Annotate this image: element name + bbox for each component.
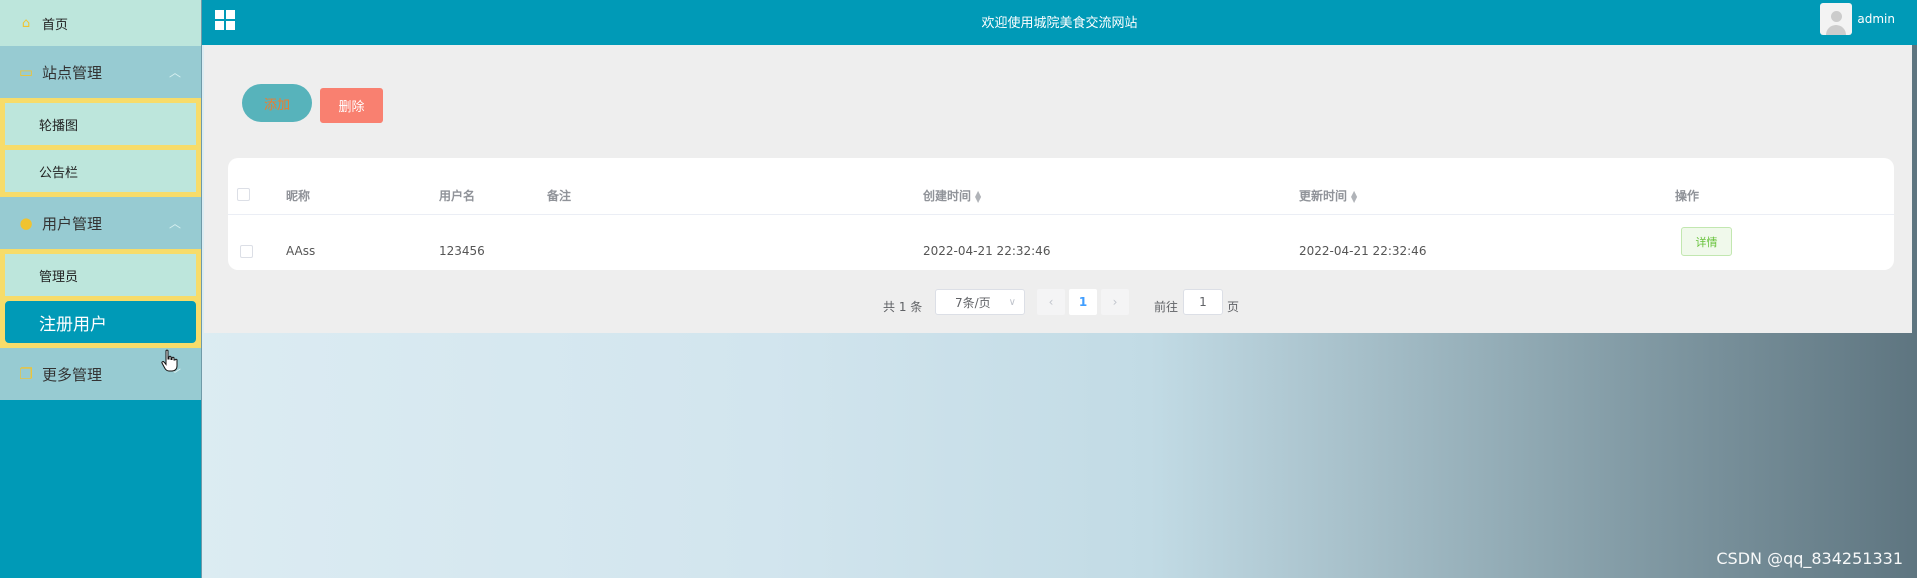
sidebar-submenu-users: 管理员 注册用户 — [0, 249, 201, 348]
watermark: CSDN @qq_834251331 — [1716, 549, 1903, 568]
cell-updated: 2022-04-21 22:32:46 — [1299, 244, 1427, 258]
user-menu[interactable]: admin — [1820, 3, 1895, 35]
detail-button[interactable]: 详情 — [1681, 227, 1732, 256]
sidebar-group-label: 站点管理 — [42, 63, 103, 82]
column-header-sortable[interactable]: 更新时间 ▲ ▼ — [1299, 187, 1357, 204]
sidebar-group-label: 用户管理 — [42, 214, 103, 233]
sidebar-item-label: 首页 — [42, 17, 69, 33]
cell-username: 123456 — [439, 244, 485, 258]
pagination-total: 共 1 条 — [883, 300, 923, 314]
sidebar-item-label: 管理员 — [39, 269, 79, 285]
sidebar-group-users[interactable]: ● 用户管理 ︿ — [0, 197, 201, 249]
sidebar-item-notice[interactable]: 公告栏 — [3, 148, 198, 194]
page-size-value: 7条/页 — [955, 295, 991, 310]
sidebar: ⌂ 首页 ▭ 站点管理 ︿ 轮播图 公告栏 ● 用户管理 ︿ 管理员 注册用户 … — [0, 0, 202, 578]
hand-cursor-icon — [161, 349, 178, 372]
row-checkbox[interactable] — [240, 245, 253, 258]
next-page-button[interactable]: › — [1101, 289, 1129, 315]
sidebar-group-label: 更多管理 — [42, 365, 103, 384]
cell-nickname: AAss — [286, 244, 316, 258]
sidebar-item-home[interactable]: ⌂ 首页 — [0, 0, 201, 46]
column-header: 更新时间 — [1299, 189, 1348, 203]
page-title: 欢迎使用城院美食交流网站 — [981, 16, 1138, 31]
column-header: 用户名 — [439, 189, 476, 203]
home-icon: ⌂ — [21, 15, 31, 31]
main-panel: 添加 删除 昵称 用户名 备注 创建时间 ▲ ▼ 更新时间 ▲ ▼ 操作 AAss 12… — [204, 45, 1912, 333]
top-header: 欢迎使用城院美食交流网站 admin — [202, 0, 1917, 45]
delete-button[interactable]: 删除 — [320, 88, 383, 123]
add-button[interactable]: 添加 — [242, 84, 312, 122]
column-header: 备注 — [547, 189, 572, 203]
user-name[interactable]: admin — [1857, 12, 1895, 26]
divider — [228, 214, 1894, 215]
sort-icon[interactable]: ▲ ▼ — [1351, 189, 1357, 203]
pagination: 共 1 条 7条/页 ∨ ‹ 1 › 前往 页 — [204, 289, 1912, 319]
goto-page-input[interactable] — [1183, 289, 1223, 315]
page-number-current[interactable]: 1 — [1069, 289, 1097, 315]
sidebar-item-admin[interactable]: 管理员 — [3, 252, 198, 298]
prev-page-button[interactable]: ‹ — [1037, 289, 1065, 315]
user-icon: ● — [19, 214, 33, 232]
sidebar-item-carousel[interactable]: 轮播图 — [3, 101, 198, 147]
chevron-up-icon: ︿ — [168, 65, 181, 80]
goto-unit: 页 — [1227, 300, 1240, 314]
copy-icon: ❐ — [19, 365, 33, 383]
sidebar-item-label: 轮播图 — [39, 118, 79, 134]
sidebar-item-label: 公告栏 — [39, 165, 79, 181]
sidebar-item-registered-users[interactable]: 注册用户 — [3, 299, 198, 345]
cell-created: 2022-04-21 22:32:46 — [923, 244, 1051, 258]
page-size-select[interactable]: 7条/页 ∨ — [935, 289, 1025, 315]
sort-icon[interactable]: ▲ ▼ — [975, 189, 981, 203]
select-all-checkbox[interactable] — [237, 188, 250, 201]
user-table: 昵称 用户名 备注 创建时间 ▲ ▼ 更新时间 ▲ ▼ 操作 AAss 123456 2… — [228, 158, 1894, 270]
sidebar-item-label: 注册用户 — [39, 314, 107, 335]
monitor-icon: ▭ — [18, 63, 34, 81]
avatar[interactable] — [1820, 3, 1853, 35]
column-header: 昵称 — [286, 189, 311, 203]
column-header-sortable[interactable]: 创建时间 ▲ ▼ — [923, 187, 981, 204]
chevron-up-icon: ︿ — [168, 216, 181, 231]
chevron-down-icon: ∨ — [1008, 296, 1016, 308]
column-header: 操作 — [1675, 189, 1700, 203]
column-header: 创建时间 — [923, 189, 972, 203]
goto-label: 前往 — [1154, 300, 1179, 314]
sidebar-group-site[interactable]: ▭ 站点管理 ︿ — [0, 46, 201, 98]
sidebar-submenu-site: 轮播图 公告栏 — [0, 98, 201, 197]
